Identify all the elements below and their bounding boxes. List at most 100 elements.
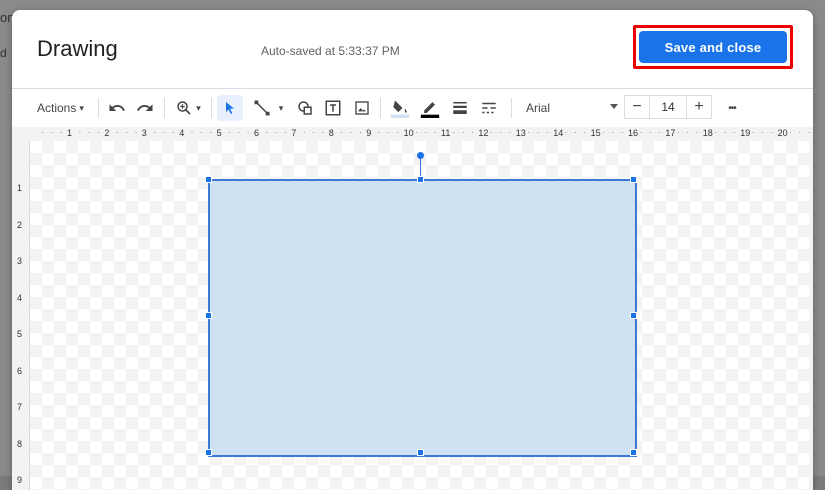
ruler-number: 12 [478, 128, 489, 138]
ruler-tick: · [611, 127, 615, 137]
ruler-tick: · [695, 127, 699, 137]
ruler-number: 8 [328, 128, 334, 138]
line-icon [254, 100, 270, 116]
ruler-number: 20 [777, 128, 788, 138]
ruler-tick: · [723, 127, 727, 137]
ruler-tick: · [97, 127, 101, 137]
decrease-font-size-button[interactable]: − [625, 96, 649, 118]
ruler-number: 2 [104, 128, 110, 138]
increase-font-size-button[interactable]: + [687, 96, 711, 118]
ruler-tick: · [573, 127, 577, 137]
more-options-button[interactable]: ••• [720, 89, 744, 127]
ruler-number: 6 [254, 128, 260, 138]
ruler-number: 19 [740, 128, 751, 138]
ruler-tick: · [798, 127, 802, 137]
horizontal-ruler: 1 · · · 2 · · · 3 · · · 4 · · · 5 · · · 6 · · · 7 · · · 8 · · · 9 · · · 10 · ·… [12, 127, 813, 142]
toolbar-divider [511, 98, 512, 118]
ruler-tick: · [433, 127, 437, 137]
border-color-button[interactable] [417, 89, 443, 127]
border-weight-icon [453, 102, 467, 114]
background-text: d [0, 46, 7, 60]
canvas-scrollbar[interactable] [809, 141, 813, 490]
line-tool[interactable]: ▾ [248, 89, 288, 127]
border-weight-button[interactable] [448, 89, 472, 127]
resize-handle-right[interactable] [630, 312, 637, 319]
shape-tool[interactable] [294, 89, 316, 127]
rotation-handle[interactable] [417, 152, 424, 159]
resize-handle-top-right[interactable] [630, 176, 637, 183]
select-tool[interactable] [218, 89, 242, 127]
undo-button[interactable] [106, 89, 128, 127]
font-family-select[interactable]: Arial [526, 89, 618, 127]
border-dash-button[interactable] [477, 89, 501, 127]
toolbar-divider [211, 98, 212, 118]
ruler-tick: · [134, 127, 138, 137]
ruler-number: 16 [628, 128, 639, 138]
ruler-tick: · [162, 127, 166, 137]
ruler-tick: · [564, 127, 568, 137]
font-name: Arial [526, 101, 551, 115]
ruler-tick: · [424, 127, 428, 137]
image-tool[interactable] [351, 89, 373, 127]
ruler-tick: · [59, 127, 63, 137]
ruler-tick: · [788, 127, 792, 137]
ruler-tick: · [358, 127, 362, 137]
ruler-number: 13 [515, 128, 526, 138]
ruler-tick: · [312, 127, 316, 137]
resize-handle-bottom[interactable] [417, 449, 424, 456]
resize-handle-bottom-right[interactable] [630, 449, 637, 456]
ruler-tick: · [508, 127, 512, 137]
ruler-number: 4 [179, 128, 185, 138]
drawing-toolbar: Actions ▾ ▾ ▾ Arial − 14 + ••• [12, 88, 813, 128]
ruler-tick: · [199, 127, 203, 137]
rectangle-shape[interactable] [208, 179, 637, 457]
undo-icon [109, 104, 125, 111]
toolbar-divider [98, 98, 99, 118]
ruler-number: 9 [366, 128, 372, 138]
text-box-tool[interactable] [322, 89, 344, 127]
ruler-tick: · [499, 127, 503, 137]
font-size-input[interactable]: 14 [649, 96, 687, 118]
zoom-in-icon [177, 101, 191, 115]
ruler-tick: · [115, 127, 119, 137]
ruler-number: 2 [17, 219, 23, 230]
ruler-tick: · [714, 127, 718, 137]
redo-button[interactable] [134, 89, 156, 127]
ruler-tick: · [209, 127, 213, 137]
ruler-number: 3 [17, 256, 23, 266]
ruler-tick: · [732, 127, 736, 137]
autosave-status: Auto-saved at 5:33:37 PM [261, 44, 400, 58]
ruler-tick: · [489, 127, 493, 137]
paint-bucket-icon [390, 100, 410, 118]
ruler-tick: · [658, 127, 662, 137]
border-dash-icon [482, 102, 496, 114]
ruler-tick: · [807, 127, 811, 137]
text-box-icon [325, 100, 341, 116]
ruler-tick: · [340, 127, 344, 137]
resize-handle-left[interactable] [205, 312, 212, 319]
save-button-highlight: Save and close [633, 25, 793, 69]
ruler-tick: · [87, 127, 91, 137]
ruler-tick: · [50, 127, 54, 137]
pen-icon [420, 102, 440, 118]
ruler-tick: · [648, 127, 652, 137]
ruler-number: 11 [441, 128, 451, 138]
ruler-tick: · [527, 127, 531, 137]
ruler-tick: · [751, 127, 755, 137]
toolbar-divider [164, 98, 165, 118]
fill-color-button[interactable] [387, 89, 413, 127]
ruler-number: 8 [17, 438, 23, 449]
resize-handle-top[interactable] [417, 176, 424, 183]
ruler-tick: · [583, 127, 587, 137]
ruler-tick: · [237, 127, 241, 137]
zoom-button[interactable]: ▾ [170, 89, 206, 127]
actions-menu[interactable]: Actions ▾ [37, 89, 84, 127]
resize-handle-bottom-left[interactable] [205, 449, 212, 456]
save-and-close-button[interactable]: Save and close [639, 31, 787, 63]
ruler-tick: · [125, 127, 129, 137]
resize-handle-top-left[interactable] [205, 176, 212, 183]
vertical-ruler: 1 2 3 4 5 6 7 8 9 [12, 141, 30, 490]
ruler-tick: · [227, 127, 231, 137]
ruler-tick: · [536, 127, 540, 137]
ruler-tick: · [274, 127, 278, 137]
